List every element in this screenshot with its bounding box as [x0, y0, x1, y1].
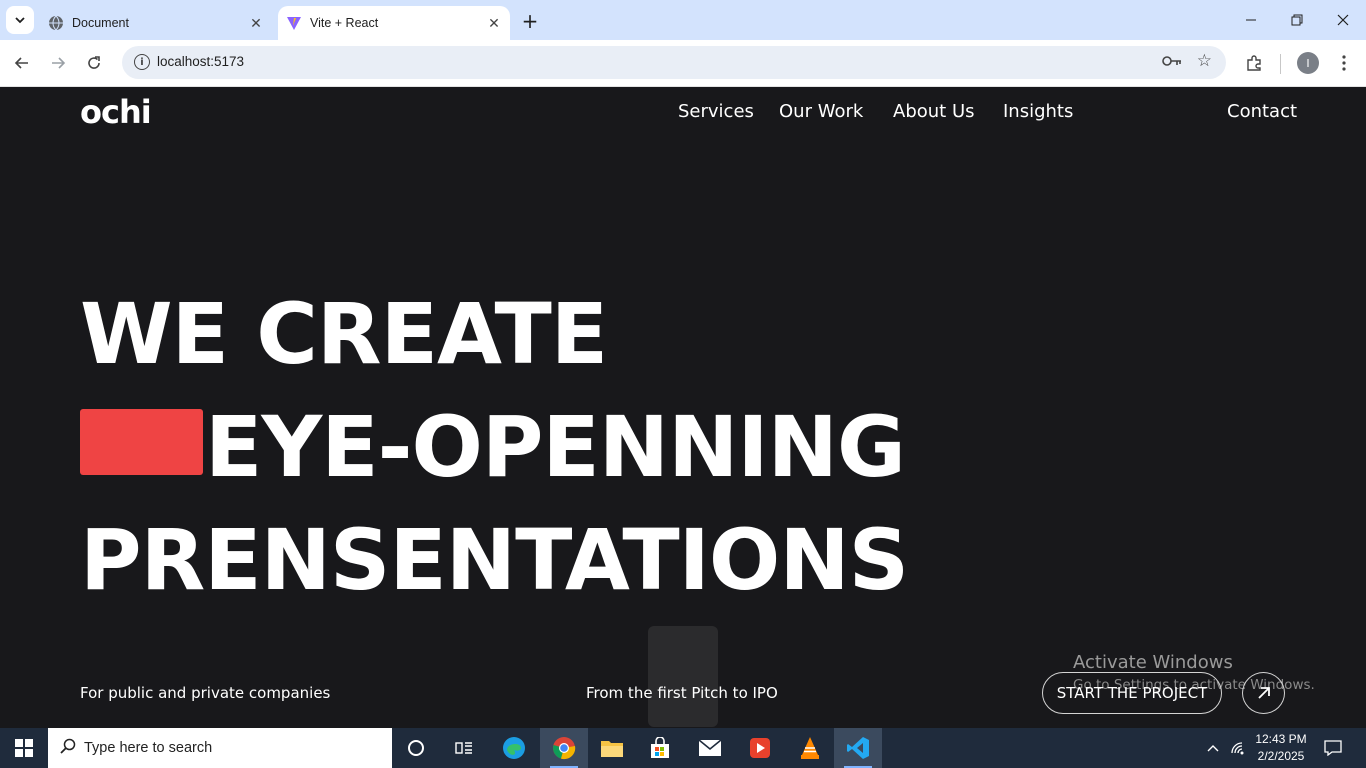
hover-overlay	[648, 626, 718, 727]
search-icon	[60, 738, 76, 758]
vscode-icon[interactable]	[834, 728, 882, 768]
tab-title: Vite + React	[310, 16, 379, 30]
password-key-icon[interactable]	[1162, 54, 1182, 72]
profile-avatar[interactable]: I	[1297, 52, 1319, 74]
cortana-icon[interactable]	[392, 728, 440, 768]
chevron-up-icon[interactable]	[1202, 728, 1224, 768]
reload-button[interactable]	[80, 49, 108, 77]
file-explorer-icon[interactable]	[588, 728, 636, 768]
reload-icon	[88, 56, 100, 69]
forward-button[interactable]	[44, 49, 72, 77]
nav-contact[interactable]: Contact	[1227, 101, 1297, 122]
hero-line-1: WE CREATE	[80, 285, 608, 383]
arrow-up-right-icon[interactable]	[1242, 672, 1285, 714]
vlc-icon[interactable]	[786, 728, 834, 768]
new-tab-button[interactable]: +	[518, 9, 542, 33]
task-view-icon[interactable]	[440, 728, 488, 768]
extensions-icon[interactable]	[1241, 50, 1267, 76]
chrome-icon[interactable]	[540, 728, 588, 768]
activate-windows-title: Activate Windows	[1073, 652, 1233, 673]
clock-date: 2/2/2025	[1257, 749, 1305, 763]
tab-document[interactable]: Document ✕	[40, 6, 272, 40]
taskbar-clock[interactable]: 12:43 PM 2/2/2025	[1250, 731, 1312, 765]
restore-icon	[1291, 14, 1303, 26]
search-placeholder: Type here to search	[84, 740, 213, 756]
nav-about-us[interactable]: About Us	[893, 101, 975, 122]
start-project-button[interactable]: START THE PROJECT	[1042, 672, 1222, 714]
close-window-button[interactable]	[1320, 0, 1366, 40]
taskbar-search-input[interactable]: Type here to search	[48, 728, 392, 768]
minimize-icon	[1246, 19, 1256, 21]
windows-logo-icon	[15, 739, 33, 757]
hero-line-3: PRENSENTATIONS	[80, 511, 909, 609]
notification-center-icon[interactable]	[1318, 728, 1348, 768]
footer-center-text: From the first Pitch to IPO	[586, 684, 778, 702]
store-icon[interactable]	[636, 728, 684, 768]
mail-icon[interactable]	[686, 728, 734, 768]
tab-search-button[interactable]	[6, 6, 34, 34]
hero-accent-block	[80, 409, 203, 475]
tab-title: Document	[72, 16, 129, 30]
site-info-icon[interactable]: i	[134, 54, 150, 70]
back-button[interactable]	[8, 49, 36, 77]
restore-button[interactable]	[1274, 0, 1320, 40]
arrow-right-icon	[52, 57, 66, 69]
arrow-left-icon	[14, 57, 28, 69]
toolbar-divider	[1280, 54, 1281, 74]
minimize-button[interactable]	[1228, 0, 1274, 40]
chevron-down-icon	[15, 17, 25, 24]
network-icon[interactable]	[1226, 728, 1250, 768]
media-player-icon[interactable]	[736, 728, 784, 768]
bookmark-star-icon[interactable]: ☆	[1197, 51, 1212, 71]
url-text: localhost:5173	[157, 54, 245, 69]
tab-vite-react[interactable]: Vite + React ✕	[278, 6, 510, 40]
nav-services[interactable]: Services	[678, 101, 754, 122]
hero-line-2: EYE-OPENNING	[205, 398, 906, 496]
footer-left-text: For public and private companies	[80, 684, 331, 702]
close-icon[interactable]: ✕	[484, 13, 504, 33]
nav-insights[interactable]: Insights	[1003, 101, 1073, 122]
browser-tab-bar: Document ✕ Vite + React ✕ +	[0, 0, 1366, 40]
browser-toolbar: i localhost:5173 ☆ I	[0, 40, 1366, 87]
address-bar[interactable]: i localhost:5173 ☆	[122, 46, 1226, 79]
edge-icon[interactable]	[490, 728, 538, 768]
site-logo[interactable]: ochi	[80, 93, 152, 131]
close-icon	[1337, 14, 1349, 26]
windows-taskbar: Type here to search 12:43 PM 2/2/2025	[0, 728, 1366, 768]
clock-time: 12:43 PM	[1255, 732, 1307, 746]
close-icon[interactable]: ✕	[246, 13, 266, 33]
page-content: ochi Services Our Work About Us Insights…	[0, 87, 1366, 728]
vite-icon	[286, 15, 302, 31]
globe-icon	[48, 15, 64, 31]
windows-start-button[interactable]	[0, 728, 48, 768]
nav-our-work[interactable]: Our Work	[779, 101, 863, 122]
more-menu-icon[interactable]	[1331, 50, 1357, 76]
